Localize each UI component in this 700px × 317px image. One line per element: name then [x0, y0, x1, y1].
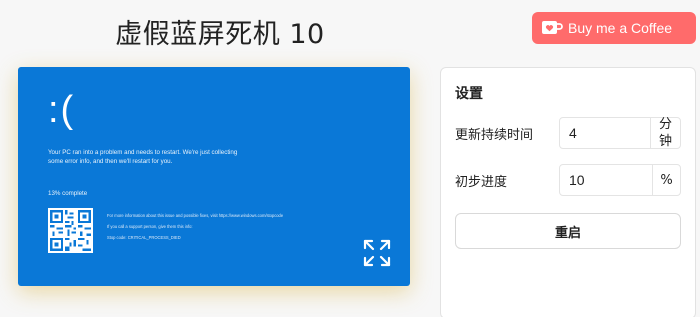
settings-title: 设置	[455, 86, 483, 102]
duration-row: 更新持续时间 4 分钟	[455, 117, 681, 149]
page-title: 虚假蓝屏死机 10	[115, 19, 325, 50]
duration-field[interactable]: 4 分钟	[559, 117, 681, 149]
bsod-progress-text: 13% complete	[48, 190, 88, 197]
progress-row: 初步进度 10 %	[455, 164, 681, 196]
bsod-preview: :( Your PC ran into a problem and needs …	[18, 67, 410, 286]
coffee-cup-icon	[541, 19, 563, 37]
settings-panel: 设置 更新持续时间 4 分钟 初步进度 10 % 重启	[440, 67, 696, 317]
progress-input[interactable]: 10	[560, 172, 652, 188]
duration-input[interactable]: 4	[560, 125, 650, 141]
qr-code-icon	[48, 208, 93, 253]
duration-label: 更新持续时间	[455, 127, 534, 143]
bsod-support-line: If you call a support person, give them …	[107, 224, 193, 229]
expand-icon[interactable]	[362, 238, 392, 268]
restart-button[interactable]: 重启	[455, 213, 681, 249]
bsod-stop-code: Stop code: CRITICAL_PROCESS_DIED	[107, 235, 181, 240]
progress-unit: %	[652, 165, 680, 195]
duration-unit: 分钟	[650, 117, 680, 149]
bsod-message: Your PC ran into a problem and needs to …	[48, 149, 238, 165]
buy-me-a-coffee-button[interactable]: Buy me a Coffee	[532, 12, 696, 44]
buy-me-a-coffee-label: Buy me a Coffee	[568, 20, 673, 36]
progress-field[interactable]: 10 %	[559, 164, 681, 196]
bsod-info-line: For more information about this issue an…	[107, 213, 284, 218]
bsod-info: For more information about this issue an…	[107, 213, 357, 246]
page: 虚假蓝屏死机 10 Buy me a Coffee :( Your PC ran…	[0, 0, 700, 317]
progress-label: 初步进度	[455, 174, 508, 190]
sad-face: :(	[48, 89, 76, 131]
